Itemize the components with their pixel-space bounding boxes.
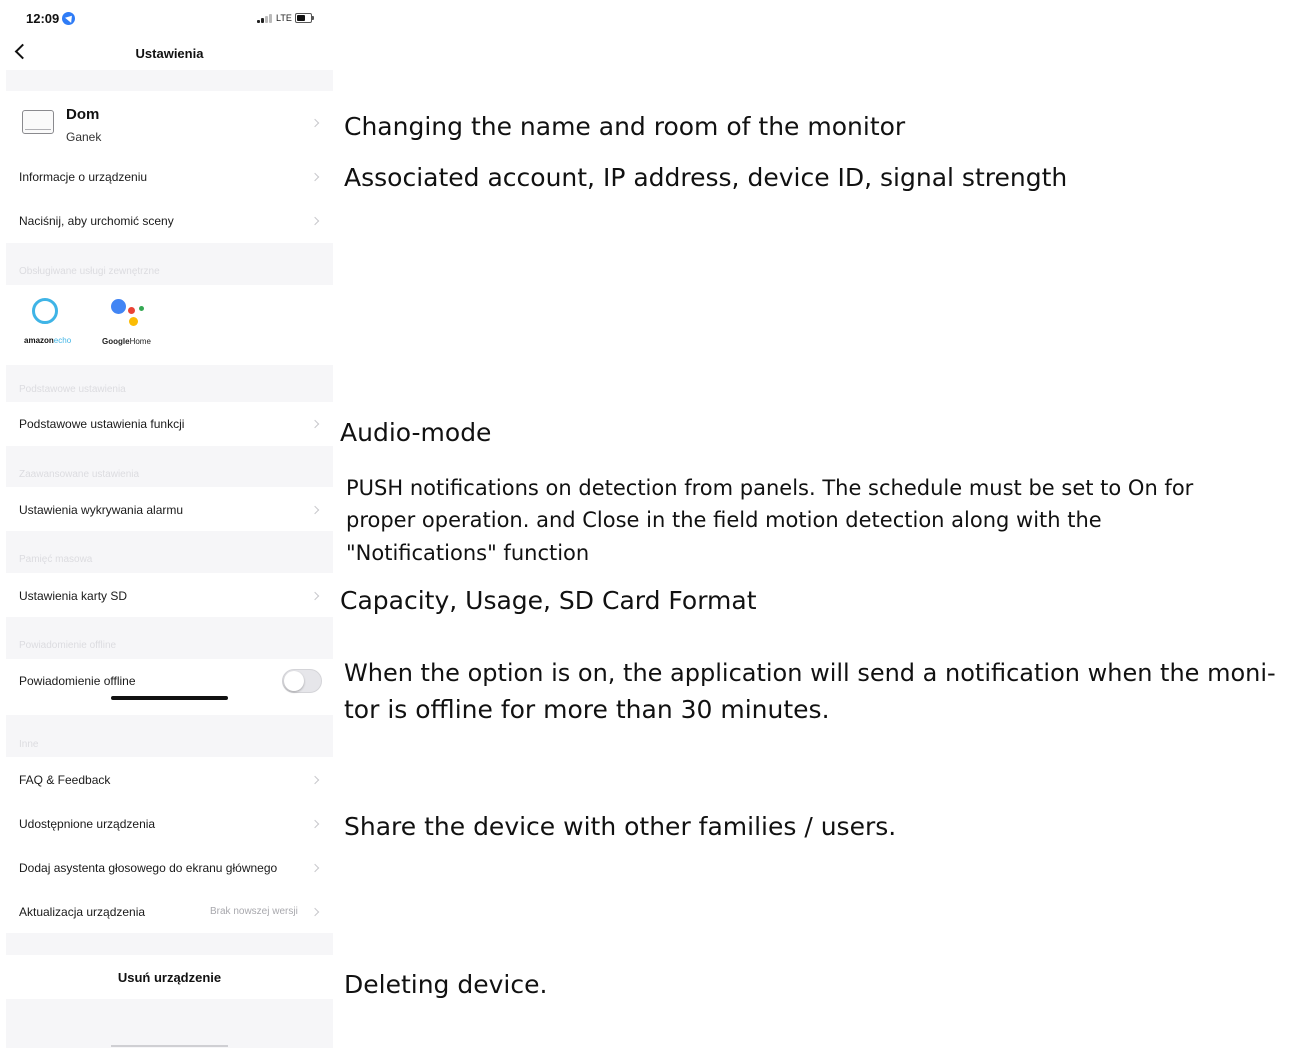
location-icon	[62, 12, 75, 25]
google-assistant-icon	[111, 299, 126, 314]
annotation-device-info: Associated account, IP address, device I…	[344, 163, 1068, 192]
monitor-icon	[22, 110, 54, 134]
basic-settings-row[interactable]: Podstawowe ustawienia funkcji	[6, 402, 333, 446]
section-header-other: Inne	[6, 715, 333, 757]
chevron-right-icon	[310, 775, 320, 785]
device-name: Dom	[66, 106, 100, 123]
add-voice-assistant-label: Dodaj asystenta głosowego do ekranu głów…	[19, 861, 278, 875]
device-info-row[interactable]: Informacje o urządzeniu	[6, 155, 333, 199]
section-spacer	[6, 933, 333, 955]
battery-icon	[295, 13, 314, 23]
integrations-row: amazonecho GoogleHome	[6, 285, 333, 365]
amazon-brand: amazon	[24, 336, 54, 345]
alexa-icon	[32, 298, 58, 324]
google-dot-green	[139, 306, 144, 311]
annotation-name-room: Changing the name and room of the monito…	[344, 112, 906, 141]
annotation-offline-line2: tor is offline for more than 30 minutes.	[344, 695, 830, 724]
chevron-right-icon	[310, 819, 320, 829]
shared-devices-row[interactable]: Udostępnione urządzenia	[6, 801, 333, 845]
google-dot-yellow	[129, 317, 138, 326]
tap-to-run-label: Naciśnij, aby urchomić sceny	[19, 214, 174, 228]
google-home-label: GoogleHome	[102, 337, 151, 346]
section-label: Zaawansowane ustawienia	[19, 469, 140, 480]
alarm-detection-row[interactable]: Ustawienia wykrywania alarmu	[6, 487, 333, 531]
section-label: Inne	[19, 739, 39, 750]
network-label: LTE	[276, 13, 292, 23]
annotation-push-line3: "Notifications" function	[346, 541, 590, 565]
chevron-right-icon	[310, 172, 320, 182]
home-indicator-bottom	[111, 1045, 228, 1047]
annotation-delete: Deleting device.	[344, 970, 548, 999]
amazon-product: echo	[53, 336, 72, 345]
annotation-sd-card: Capacity, Usage, SD Card Format	[340, 586, 757, 615]
section-label: Podstawowe ustawienia	[19, 384, 126, 395]
sd-card-label: Ustawienia karty SD	[19, 589, 128, 603]
chevron-right-icon	[310, 419, 320, 429]
page-title: Ustawienia	[135, 46, 204, 61]
chevron-right-icon	[310, 863, 320, 873]
basic-settings-label: Podstawowe ustawienia funkcji	[19, 417, 185, 431]
device-update-row[interactable]: Aktualizacja urządzenia Brak nowszej wer…	[6, 889, 333, 933]
tap-to-run-row[interactable]: Naciśnij, aby urchomić sceny	[6, 199, 333, 243]
chevron-right-icon	[310, 591, 320, 601]
google-dot-red	[128, 307, 135, 314]
section-header-storage: Pamięć masowa	[6, 531, 333, 573]
remove-device-button[interactable]: Usuń urządzenie	[6, 955, 333, 999]
section-header-third-party: Obsługiwane usługi zewnętrzne	[6, 243, 333, 285]
annotation-push-line1: PUSH notifications on detection from pan…	[346, 476, 1194, 500]
annotation-audio-mode: Audio-mode	[340, 418, 492, 447]
alarm-detection-label: Ustawienia wykrywania alarmu	[19, 503, 184, 517]
section-header-basic: Podstawowe ustawienia	[6, 365, 333, 402]
chevron-right-icon	[310, 118, 320, 128]
sd-card-row[interactable]: Ustawienia karty SD	[6, 573, 333, 617]
device-name-row[interactable]: Dom Ganek	[6, 91, 333, 155]
chevron-right-icon	[310, 505, 320, 515]
signal-icon	[257, 14, 273, 23]
section-label: Obsługiwane usługi zewnętrzne	[19, 266, 160, 277]
amazon-echo-label: amazonecho	[24, 336, 71, 345]
toggle-knob	[284, 671, 304, 691]
home-indicator	[111, 696, 228, 700]
chevron-right-icon	[310, 907, 320, 917]
offline-notification-label: Powiadomienie offline	[19, 674, 136, 688]
section-header-offline: Powiadomienie offline	[6, 617, 333, 659]
bottom-spacer	[6, 999, 333, 1048]
faq-label: FAQ & Feedback	[19, 773, 111, 787]
google-brand: Google	[102, 337, 130, 346]
section-spacer	[6, 70, 333, 91]
offline-notification-toggle[interactable]	[282, 669, 322, 693]
google-product: Home	[129, 337, 151, 346]
section-label: Pamięć masowa	[19, 554, 93, 565]
device-room: Ganek	[66, 130, 102, 144]
annotation-push-line2: proper operation. and Close in the field…	[346, 508, 1102, 532]
status-time: 12:09	[26, 11, 60, 26]
section-header-advanced: Zaawansowane ustawienia	[6, 446, 333, 487]
phone-screen: 12:09 LTE Ustawienia Dom Ganek Informacj…	[6, 0, 333, 1048]
device-update-label: Aktualizacja urządzenia	[19, 905, 146, 919]
section-label: Powiadomienie offline	[19, 640, 117, 651]
chevron-right-icon	[310, 216, 320, 226]
shared-devices-label: Udostępnione urządzenia	[19, 817, 156, 831]
add-voice-assistant-row[interactable]: Dodaj asystenta głosowego do ekranu głów…	[6, 845, 333, 889]
remove-device-label: Usuń urządzenie	[117, 970, 222, 985]
annotation-share: Share the device with other families / u…	[344, 812, 897, 841]
annotation-offline-line1: When the option is on, the application w…	[344, 659, 1276, 687]
update-status: Brak nowszej wersji	[210, 906, 298, 917]
device-info-label: Informacje o urządzeniu	[19, 170, 148, 184]
faq-row[interactable]: FAQ & Feedback	[6, 757, 333, 801]
